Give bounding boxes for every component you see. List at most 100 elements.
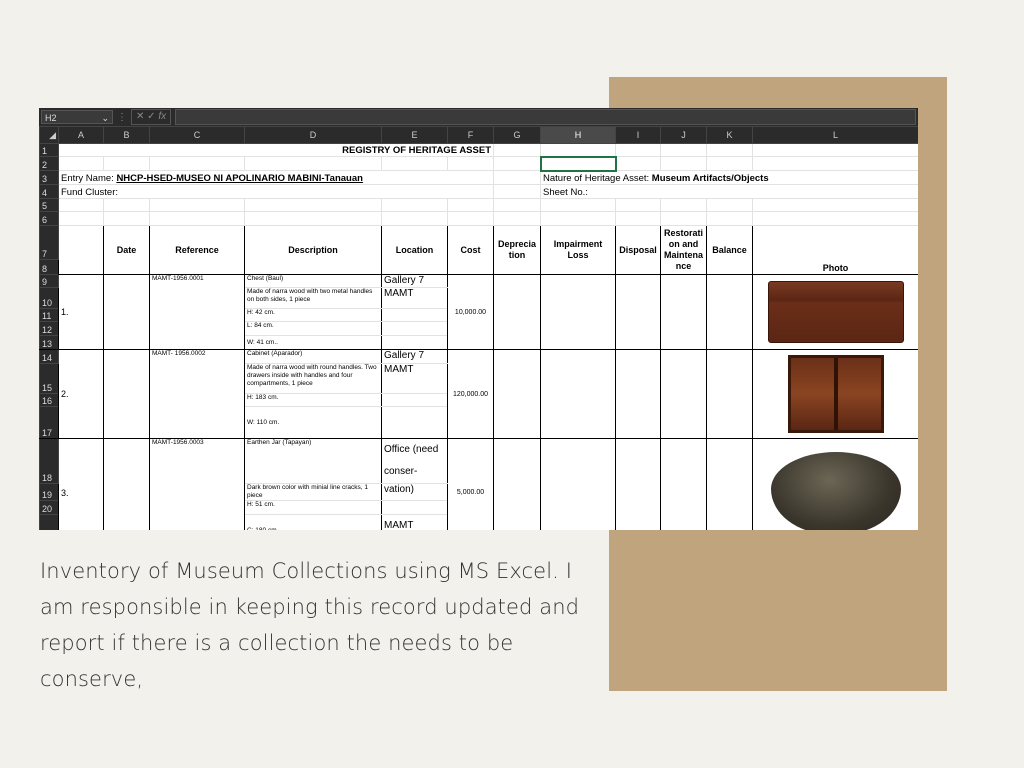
cell[interactable] (706, 156, 753, 171)
item-location[interactable]: Gallery 7 (381, 274, 448, 288)
cell[interactable] (103, 156, 150, 171)
cell[interactable] (660, 156, 707, 171)
cell[interactable] (540, 211, 616, 226)
cell[interactable] (615, 198, 661, 212)
cell[interactable] (493, 198, 541, 212)
row-header[interactable]: 16 (39, 393, 59, 407)
cell[interactable] (752, 211, 918, 226)
column-header-a[interactable]: A (58, 126, 104, 144)
row-header[interactable]: 7 (39, 225, 59, 260)
cell[interactable] (381, 211, 448, 226)
item-location[interactable]: Gallery 7 (381, 349, 448, 364)
item-location[interactable] (381, 308, 448, 322)
row-header[interactable]: 18 (39, 438, 59, 484)
cell[interactable] (615, 143, 661, 157)
column-header-h[interactable]: H (540, 126, 616, 144)
column-header-i[interactable]: I (615, 126, 661, 144)
cell[interactable] (244, 211, 382, 226)
row-header[interactable]: 9 (39, 274, 59, 288)
item-location[interactable]: MAMT (381, 363, 448, 394)
item-empty-cell[interactable] (615, 349, 661, 439)
item-description[interactable]: W: 110 cm. (244, 406, 382, 439)
item-description[interactable]: W: 41 cm.. (244, 335, 382, 350)
cell[interactable] (752, 143, 918, 157)
item-empty-cell[interactable] (540, 349, 616, 439)
cell[interactable] (706, 211, 753, 226)
cell[interactable] (381, 156, 448, 171)
row-header[interactable]: 19 (39, 483, 59, 501)
column-header-e[interactable]: E (381, 126, 448, 144)
cell[interactable] (660, 143, 707, 157)
cell[interactable] (752, 198, 918, 212)
column-header-k[interactable]: K (706, 126, 753, 144)
cell[interactable] (149, 211, 245, 226)
cell[interactable] (493, 211, 541, 226)
item-empty-cell[interactable] (660, 349, 707, 439)
item-empty-cell[interactable] (493, 274, 541, 350)
row-header[interactable]: 5 (39, 198, 59, 212)
cancel-icon[interactable]: ✕ (136, 111, 144, 122)
cell[interactable] (752, 156, 918, 171)
cell[interactable] (493, 143, 541, 157)
item-description[interactable]: L: 84 cm. (244, 321, 382, 336)
row-header[interactable]: 10 (39, 287, 59, 309)
selected-cell-h2[interactable] (539, 155, 617, 172)
item-location[interactable] (381, 500, 448, 515)
row-header[interactable]: 12 (39, 321, 59, 336)
item-location[interactable]: vation) (381, 483, 448, 501)
column-header-g[interactable]: G (493, 126, 541, 144)
row-header[interactable]: 1 (39, 143, 59, 157)
row-header[interactable]: 15 (39, 363, 59, 394)
cell[interactable] (244, 156, 382, 171)
cell[interactable] (244, 198, 382, 212)
row-header[interactable]: 4 (39, 184, 59, 199)
item-empty-cell[interactable] (615, 274, 661, 350)
item-location[interactable] (381, 393, 448, 407)
row-header[interactable]: 17 (39, 406, 59, 439)
item-empty-cell[interactable] (660, 438, 707, 530)
cell[interactable] (103, 198, 150, 212)
cell[interactable] (540, 198, 616, 212)
item-description[interactable]: Made of narra wood with round handles. T… (244, 363, 382, 394)
cell[interactable] (660, 198, 707, 212)
cell[interactable] (447, 198, 494, 212)
item-empty-cell[interactable] (540, 274, 616, 350)
item-empty-cell[interactable] (615, 438, 661, 530)
name-box[interactable]: H2 ⌄ (41, 110, 113, 124)
cell[interactable] (660, 211, 707, 226)
item-description[interactable]: Dark brown color with minial line cracks… (244, 483, 382, 501)
row-header[interactable]: 21 (39, 514, 59, 530)
item-empty-cell[interactable] (706, 274, 753, 350)
cell[interactable] (58, 211, 104, 226)
cell[interactable] (381, 198, 448, 212)
item-date[interactable] (103, 438, 150, 530)
item-empty-cell[interactable] (706, 349, 753, 439)
cell[interactable] (149, 156, 245, 171)
cell[interactable] (149, 198, 245, 212)
cell[interactable] (615, 211, 661, 226)
item-location[interactable]: MAMT (381, 287, 448, 309)
cell[interactable] (447, 211, 494, 226)
item-location[interactable]: Office (need conser- (381, 438, 448, 484)
item-date[interactable] (103, 349, 150, 439)
row-header[interactable]: 3 (39, 170, 59, 185)
item-location[interactable] (381, 335, 448, 350)
cell[interactable] (58, 156, 104, 171)
cell[interactable] (493, 170, 541, 185)
row-header[interactable]: 11 (39, 308, 59, 322)
item-empty-cell[interactable] (706, 438, 753, 530)
row-header[interactable]: 14 (39, 349, 59, 364)
chevron-down-icon[interactable]: ⌄ (101, 111, 109, 123)
row-header[interactable]: 13 (39, 335, 59, 350)
cell[interactable] (706, 198, 753, 212)
cell[interactable] (540, 143, 616, 157)
column-header-j[interactable]: J (660, 126, 707, 144)
item-description[interactable]: H: 42 cm. (244, 308, 382, 322)
item-description[interactable]: Made of narra wood with two metal handle… (244, 287, 382, 309)
item-date[interactable] (103, 274, 150, 350)
item-description[interactable]: C: 180 cm (244, 514, 382, 530)
item-description[interactable]: H: 51 cm. (244, 500, 382, 515)
item-empty-cell[interactable] (540, 438, 616, 530)
confirm-icon[interactable]: ✓ (147, 111, 155, 122)
item-description[interactable]: Cabinet (Aparador) (244, 349, 382, 364)
